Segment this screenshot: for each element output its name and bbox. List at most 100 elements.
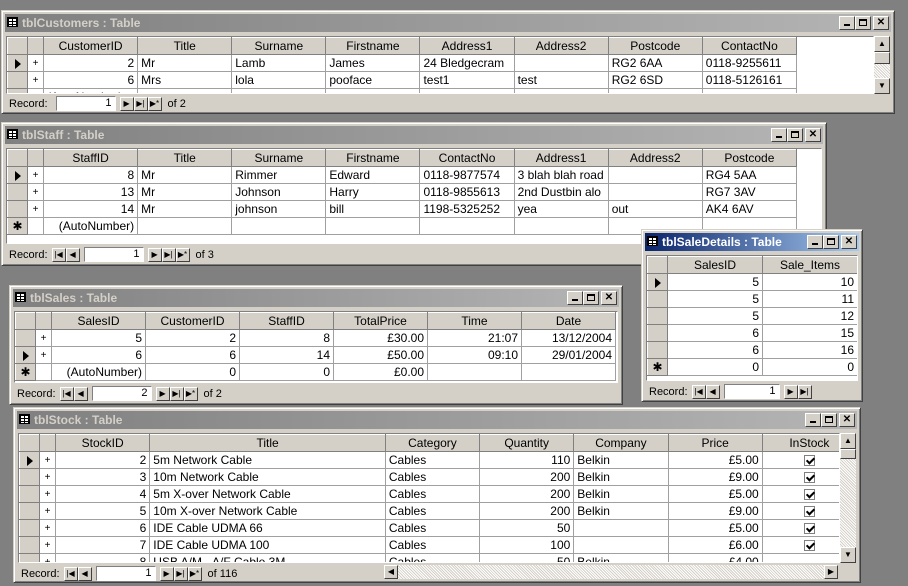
table-cell[interactable]: 0	[145, 363, 240, 381]
column-header[interactable]: Address1	[419, 37, 515, 55]
maximize-button[interactable]	[823, 235, 839, 249]
table-row[interactable]: +5 10m X-over Network Cable Cables 200 Belki…	[19, 502, 839, 520]
table-row[interactable]: +8 Mr Rimmer Edward 0118-9877574 3 blah blah …	[7, 166, 798, 184]
table-cell[interactable]: 14	[239, 346, 334, 364]
table-row[interactable]: +8 USB A/M - A/F Cable 3M Cables 50 Belkin £4…	[19, 553, 839, 562]
table-cell[interactable]: 13	[43, 183, 139, 201]
table-cell[interactable]: 0118-9255611	[701, 54, 798, 72]
table-cell[interactable]	[607, 183, 703, 201]
table-cell[interactable]: James	[325, 54, 421, 72]
table-cell[interactable]: 24 Bledgecram	[419, 54, 515, 72]
table-cell[interactable]: 2	[43, 54, 139, 72]
select-all-corner[interactable]	[7, 37, 29, 55]
table-cell[interactable]	[419, 217, 515, 235]
table-cell[interactable]: 10	[762, 273, 857, 291]
scroll-up-arrow-icon[interactable]: ▲	[874, 36, 890, 52]
expand-plus-icon[interactable]: +	[27, 200, 45, 218]
scroll-left-arrow-icon[interactable]: ◀	[384, 565, 398, 579]
record-number-input[interactable]: 1	[55, 96, 116, 111]
table-cell[interactable]: test1	[419, 71, 515, 89]
scroll-right-arrow-icon[interactable]: ▶	[824, 565, 838, 579]
table-cell[interactable]: 5	[51, 329, 146, 347]
record-selector[interactable]	[7, 88, 29, 93]
instock-cell[interactable]	[761, 536, 839, 554]
table-cell[interactable]: test	[513, 71, 609, 89]
table-cell[interactable]: Cables	[384, 485, 481, 503]
expand-plus-icon[interactable]: +	[27, 166, 45, 184]
table-cell[interactable]: 7	[55, 536, 151, 554]
table-cell[interactable]: 5m Network Cable	[149, 451, 386, 469]
instock-cell[interactable]	[761, 553, 839, 562]
new-record-button[interactable]: ▶*	[183, 386, 198, 401]
instock-checkbox[interactable]	[803, 455, 815, 467]
instock-cell[interactable]	[761, 468, 839, 486]
customers-window[interactable]: tblCustomers : Table ✕ CustomerID Title Su…	[1, 10, 895, 114]
table-row[interactable]: +3 10m Network Cable Cables 200 Belkin £9.00	[19, 468, 839, 486]
saledetails-datasheet[interactable]: SalesID Sale_Items 5 10 5 11 5 12 6 15 6 16 ✱ 0 0	[646, 255, 858, 381]
table-cell[interactable]	[521, 363, 616, 381]
table-cell[interactable]	[513, 217, 609, 235]
table-cell[interactable]: RG4 5AA	[701, 166, 798, 184]
table-cell[interactable]: 14	[43, 200, 139, 218]
table-cell[interactable]: lola	[231, 71, 327, 89]
expand-plus-icon[interactable]: +	[39, 485, 57, 503]
table-cell[interactable]: RG2 6AA	[607, 54, 703, 72]
table-cell[interactable]: RG7 3AV	[701, 183, 798, 201]
previous-record-button[interactable]: ◀	[705, 384, 720, 399]
table-cell[interactable]: 5	[55, 502, 151, 520]
table-row[interactable]: 5 10	[647, 273, 857, 291]
column-header[interactable]: Sale_Items	[762, 256, 857, 274]
table-cell[interactable]: 6	[55, 519, 151, 537]
next-record-button[interactable]: ▶	[155, 386, 170, 401]
new-record-button[interactable]: ▶*	[187, 566, 202, 581]
table-cell[interactable]: Mr	[137, 200, 233, 218]
table-cell[interactable]: 50	[479, 519, 575, 537]
instock-cell[interactable]	[761, 485, 839, 503]
table-cell[interactable]: Belkin	[573, 553, 669, 562]
table-cell[interactable]: Harry	[325, 183, 421, 201]
table-cell[interactable]: £50.00	[333, 346, 428, 364]
table-cell[interactable]: Belkin	[573, 502, 669, 520]
record-selector[interactable]	[7, 166, 29, 184]
table-cell[interactable]	[231, 217, 327, 235]
table-cell[interactable]: 2	[55, 451, 151, 469]
last-record-button[interactable]: ▶|	[133, 96, 148, 111]
expand-plus-icon[interactable]: +	[39, 536, 57, 554]
customers-title-bar[interactable]: tblCustomers : Table ✕	[5, 14, 891, 32]
column-header[interactable]: Title	[137, 149, 233, 167]
expand-plus-icon[interactable]: +	[35, 346, 52, 364]
record-selector[interactable]	[19, 502, 41, 520]
column-header[interactable]: StaffID	[239, 312, 334, 330]
select-all-corner[interactable]	[647, 256, 668, 274]
table-cell[interactable]: out	[607, 200, 703, 218]
close-button[interactable]: ✕	[805, 128, 821, 142]
record-number-input[interactable]: 1	[83, 247, 144, 262]
table-row[interactable]: +2 5m Network Cable Cables 110 Belkin £5.00	[19, 451, 839, 469]
table-cell[interactable]: IDE Cable UDMA 100	[149, 536, 386, 554]
record-selector[interactable]	[647, 290, 668, 308]
stock-datasheet[interactable]: StockID Title Category Quantity Company Price…	[18, 433, 840, 563]
table-cell[interactable]: johnson	[231, 200, 327, 218]
table-row[interactable]: +14 Mr johnson bill 1198-5325252 yea out AK4 6A…	[7, 200, 798, 218]
table-cell[interactable]	[573, 536, 669, 554]
record-selector[interactable]	[7, 71, 29, 89]
table-cell[interactable]: £9.00	[667, 502, 763, 520]
record-selector[interactable]: ✱	[647, 358, 668, 376]
close-button[interactable]: ✕	[601, 291, 617, 305]
record-selector[interactable]	[647, 273, 668, 291]
table-cell[interactable]: £30.00	[333, 329, 428, 347]
table-row[interactable]: +2 Mr Lamb James 24 Bledgecram RG2 6AA 0118-92…	[7, 54, 798, 72]
table-cell[interactable]: (AutoNumber)	[51, 363, 146, 381]
record-selector[interactable]	[7, 183, 29, 201]
record-selector[interactable]: ✱	[7, 217, 29, 235]
next-record-button[interactable]: ▶	[783, 384, 798, 399]
instock-cell[interactable]	[761, 502, 839, 520]
new-record-button[interactable]: ▶*	[175, 247, 190, 262]
table-cell[interactable]: USB A/M - A/F Cable 3M	[149, 553, 386, 562]
scroll-up-arrow-icon[interactable]: ▲	[840, 433, 856, 449]
instock-checkbox[interactable]	[803, 489, 815, 501]
table-cell[interactable]: RG2 6SD	[607, 71, 703, 89]
record-selector[interactable]: ✱	[15, 363, 36, 381]
record-selector[interactable]	[7, 200, 29, 218]
instock-checkbox[interactable]	[803, 506, 815, 518]
